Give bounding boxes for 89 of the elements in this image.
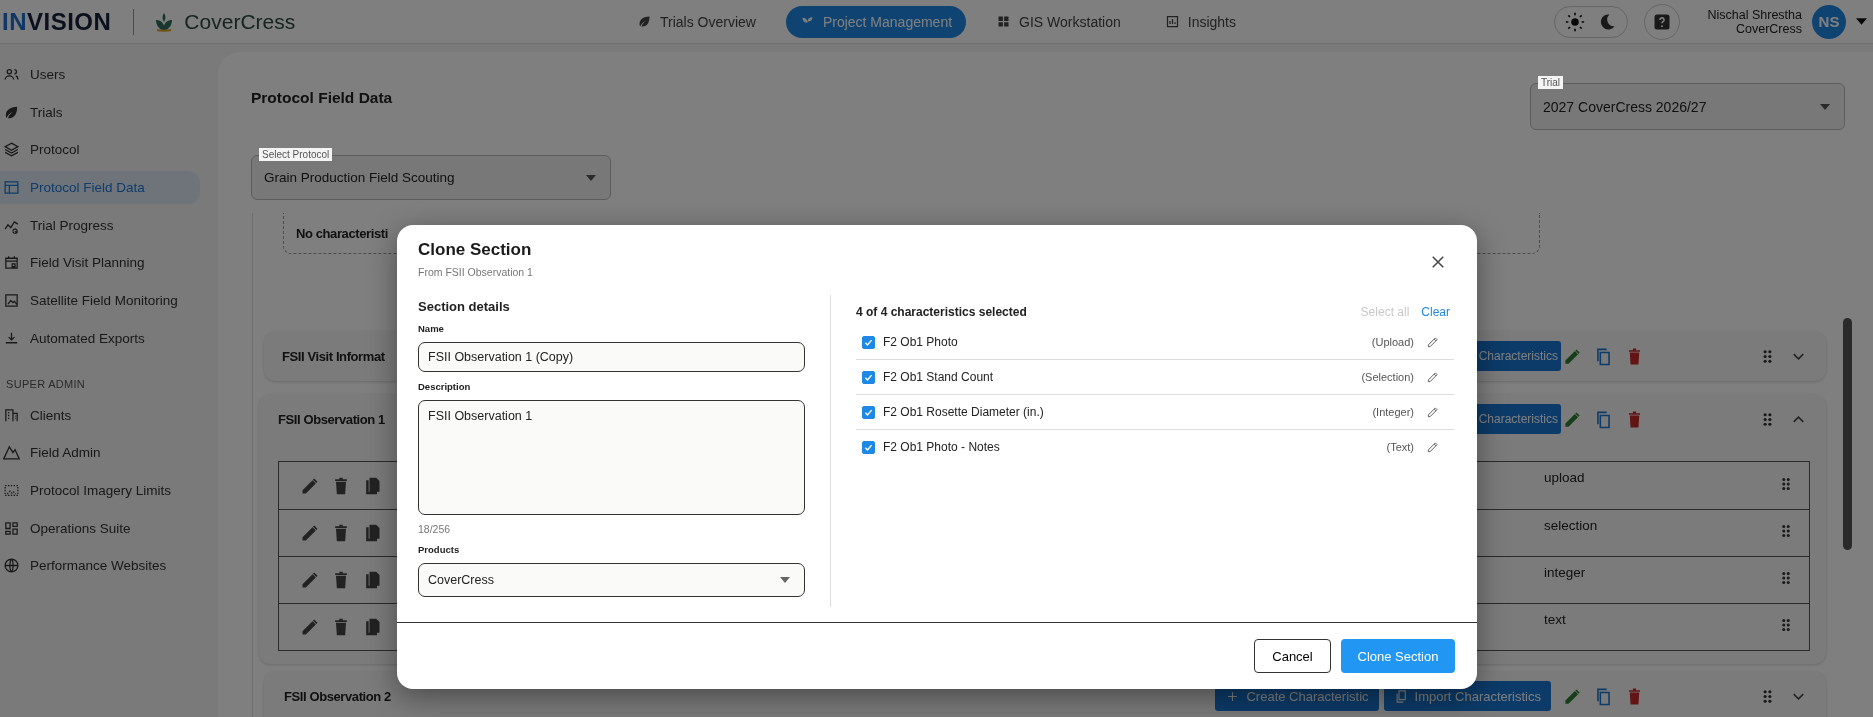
- edit-icon[interactable]: [1426, 405, 1440, 419]
- building-icon: [3, 406, 20, 424]
- dropdown-arrow-icon: [1820, 103, 1830, 110]
- selection-summary: 4 of 4 characteristics selected: [856, 305, 1028, 319]
- empty-notice-text: No characteristi: [296, 225, 388, 241]
- checkbox[interactable]: [862, 370, 875, 384]
- edit-icon[interactable]: [1563, 346, 1582, 366]
- edit-icon[interactable]: [300, 570, 320, 590]
- characteristic-name: F2 Ob1 Rosette Diameter (in.): [883, 405, 1045, 419]
- characteristic-name: F2 Ob1 Photo - Notes: [883, 440, 1001, 454]
- table-cell-text: integer: [1543, 564, 1587, 580]
- characteristic-name: F2 Ob1 Stand Count: [883, 370, 995, 384]
- products-select[interactable]: CoverCress: [418, 563, 805, 597]
- table-icon: [3, 179, 20, 197]
- edit-icon[interactable]: [300, 617, 320, 637]
- sidebar-item[interactable]: Clients: [0, 398, 200, 432]
- clone-section-button[interactable]: Clone Section: [1341, 639, 1455, 673]
- user-avatar[interactable]: NS: [1812, 4, 1846, 39]
- sidebar-item[interactable]: Field Visit Planning: [0, 246, 200, 280]
- user-name: Nischal Shrestha: [1707, 7, 1802, 22]
- field-label: Products: [418, 544, 461, 555]
- field-label: Description: [418, 381, 472, 392]
- nav-tab[interactable]: Trials Overview: [622, 5, 770, 38]
- brand-name: CoverCress: [184, 9, 296, 34]
- user-organization: CoverCress: [1736, 21, 1802, 36]
- sidebar-item[interactable]: Protocol: [0, 133, 200, 167]
- checkbox[interactable]: [862, 440, 875, 454]
- logo: INVISION: [2, 7, 112, 36]
- checkbox[interactable]: [862, 405, 875, 419]
- section-title: FSII Observation 1: [278, 411, 385, 427]
- sidebar-item[interactable]: Automated Exports: [0, 321, 200, 355]
- copy-icon[interactable]: [1594, 409, 1613, 429]
- characteristic-type: (Upload): [1371, 336, 1414, 348]
- page-title: Protocol Field Data: [251, 89, 393, 107]
- character-counter: 18/256: [418, 523, 452, 535]
- dashboard-icon: [3, 519, 20, 537]
- sidebar-item[interactable]: Field Admin: [0, 436, 200, 470]
- section-heading: Section details: [418, 299, 511, 314]
- field-label: Name: [418, 323, 445, 334]
- nav-tab[interactable]: Project Management: [785, 5, 967, 38]
- characteristic-name: F2 Ob1 Photo: [883, 335, 959, 349]
- globe-icon: [3, 557, 20, 575]
- nav-tab[interactable]: Insights: [1150, 5, 1250, 38]
- mountain-icon: [3, 444, 20, 462]
- close-icon[interactable]: [1429, 253, 1447, 271]
- sidebar-item[interactable]: Operations Suite: [0, 511, 200, 545]
- nav-tab[interactable]: GIS Workstation: [982, 5, 1135, 38]
- section-title: FSII Observation 2: [284, 688, 391, 704]
- sidebar-item[interactable]: Users: [0, 58, 200, 91]
- edit-icon[interactable]: [1426, 440, 1440, 454]
- sun-icon[interactable]: [1564, 11, 1585, 32]
- caret-icon[interactable]: [1856, 18, 1867, 25]
- table-cell-text: text: [1543, 611, 1567, 627]
- description-input[interactable]: FSII Observation 1: [418, 400, 805, 515]
- layers-icon: [3, 141, 20, 159]
- section-title: FSII Visit Informat: [282, 348, 385, 364]
- edit-icon[interactable]: [1563, 409, 1582, 429]
- cancel-button[interactable]: Cancel: [1254, 639, 1331, 673]
- sidebar-item[interactable]: Satellite Field Monitoring: [0, 284, 200, 318]
- edit-icon[interactable]: [1563, 686, 1582, 706]
- sidebar-item[interactable]: Trial Progress: [0, 208, 200, 242]
- table-cell-text: upload: [1543, 469, 1586, 485]
- dropdown-arrow-icon: [586, 174, 596, 181]
- copy-icon[interactable]: [1594, 686, 1613, 706]
- copy-icon[interactable]: [1594, 346, 1613, 366]
- edit-icon[interactable]: [1426, 335, 1440, 349]
- characteristic-type: (Integer): [1372, 406, 1414, 418]
- table-cell-text: selection: [1543, 517, 1599, 533]
- clear-link[interactable]: Clear: [1421, 305, 1450, 319]
- sidebar-item[interactable]: Performance Websites: [0, 549, 200, 583]
- image-icon: [3, 292, 20, 310]
- sidebar-item[interactable]: Protocol Imagery Limits: [0, 473, 200, 507]
- dropdown-arrow-icon: [780, 577, 790, 583]
- sidebar-item[interactable]: Trials: [0, 95, 200, 129]
- dialog-title: Clone Section: [418, 240, 533, 260]
- checkbox[interactable]: [862, 335, 875, 349]
- dialog-subtitle: From FSII Observation 1: [418, 266, 533, 278]
- characteristic-type: (Text): [1386, 441, 1414, 453]
- edit-icon[interactable]: [300, 523, 320, 543]
- name-input[interactable]: FSII Observation 1 (Copy): [418, 342, 805, 372]
- grid-icon: [996, 14, 1012, 29]
- bar-chart-icon: [1164, 14, 1180, 29]
- calendar-icon: [3, 254, 20, 272]
- characteristic-type: (Selection): [1361, 371, 1414, 383]
- theme-toggle[interactable]: [1553, 5, 1628, 38]
- sidebar-item[interactable]: Protocol Field Data: [0, 171, 200, 205]
- sidebar-heading: SUPER ADMIN: [5, 376, 87, 392]
- edit-icon[interactable]: [1426, 370, 1440, 384]
- scrollbar-thumb[interactable]: [1843, 318, 1852, 550]
